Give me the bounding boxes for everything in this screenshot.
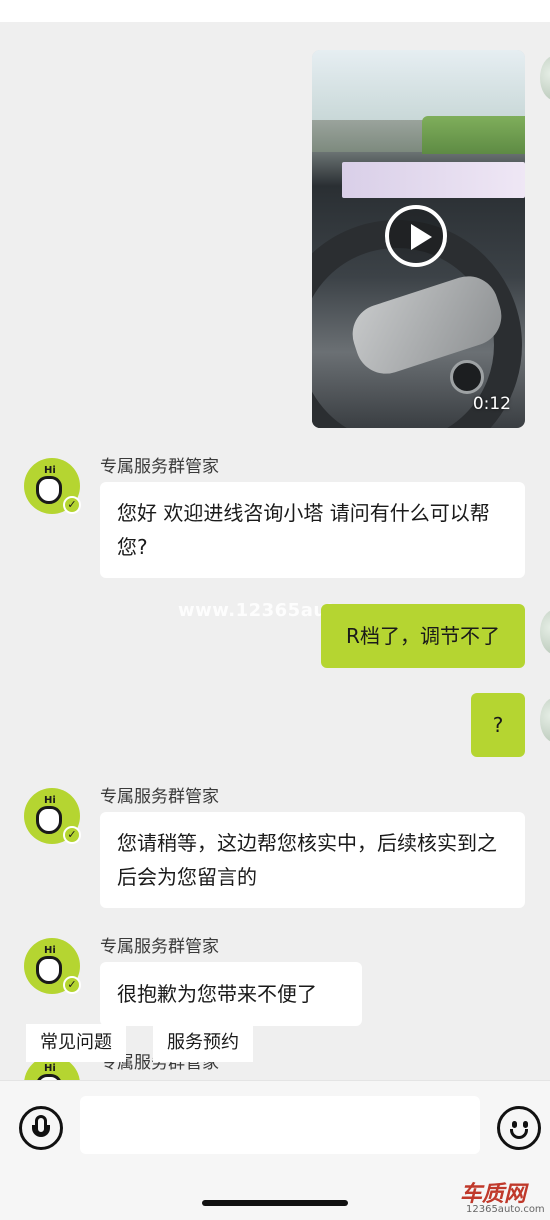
message-bubble-own[interactable]: ? [471,693,525,757]
check-badge-icon: ✓ [63,826,81,844]
sender-name: 专属服务群管家 [100,937,219,957]
check-badge-icon: ✓ [63,976,81,994]
hand-icon [36,956,62,984]
sender-name: 专属服务群管家 [100,457,219,477]
mic-stand [32,1125,50,1137]
user-avatar[interactable] [540,610,550,654]
message-bubble[interactable]: 您好 欢迎进线咨询小塔 请问有什么可以帮您? [100,482,525,578]
avatar-hi-text: Hi [44,795,56,806]
hand-icon [36,806,62,834]
video-knob [450,360,484,394]
avatar-hi-text: Hi [44,945,56,956]
message-list[interactable]: 0:12 Hi ✓ 专属服务群管家 您好 欢迎进线咨询小塔 请问有什么可以帮您?… [0,22,550,1080]
check-badge-icon: ✓ [63,496,81,514]
smile-icon[interactable] [497,1106,541,1150]
avatar-hi-text: Hi [44,1063,56,1074]
video-duration: 0:12 [472,394,511,414]
bot-avatar[interactable]: Hi ✓ [24,938,81,994]
video-bushes [422,116,525,154]
message-bubble-own[interactable]: R档了，调节不了 [321,604,525,668]
avatar-hi-text: Hi [44,465,56,476]
microphone-icon[interactable] [19,1106,63,1150]
bot-avatar[interactable]: Hi ✓ [24,788,81,844]
quick-reply-faq[interactable]: 常见问题 [26,1024,126,1062]
user-avatar[interactable] [540,698,550,742]
emoji-eye [523,1121,528,1128]
status-bar [0,0,550,22]
video-message[interactable]: 0:12 [312,50,525,428]
hand-icon [36,476,62,504]
video-frame [312,50,525,120]
emoji-mouth [510,1129,528,1139]
message-bubble[interactable]: 很抱歉为您带来不便了 [100,962,362,1026]
video-dashboard-screen [342,162,525,198]
message-bubble[interactable]: 您请稍等，这边帮您核实中，后续核实到之后会为您留言的 [100,812,525,908]
sender-name: 专属服务群管家 [100,787,219,807]
play-icon[interactable] [385,205,447,267]
message-input[interactable] [80,1096,480,1154]
user-avatar[interactable] [540,56,550,100]
quick-reply-booking[interactable]: 服务预约 [153,1024,253,1062]
emoji-eye [512,1121,517,1128]
brand-url: 12365auto.com [466,1204,545,1215]
home-indicator[interactable] [202,1200,348,1206]
bot-avatar[interactable]: Hi ✓ [24,458,81,514]
